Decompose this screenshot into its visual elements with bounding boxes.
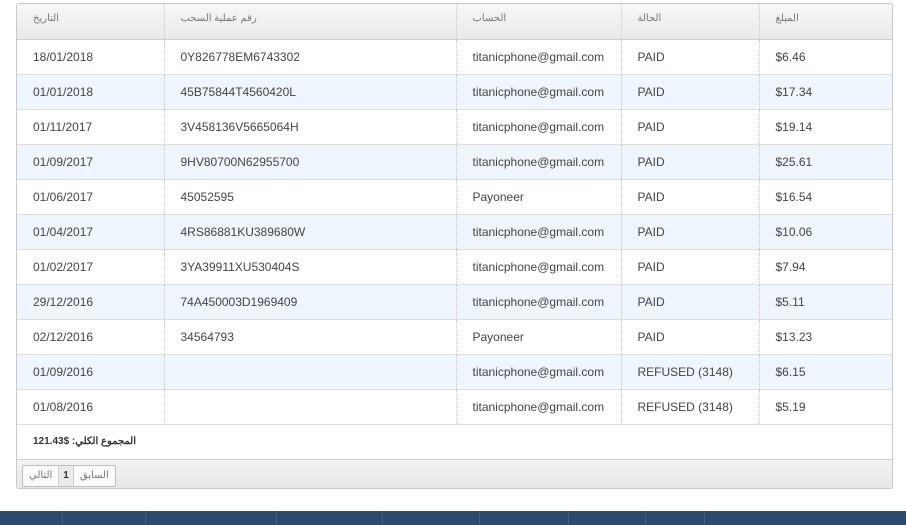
- footer-nav-bar: [0, 511, 906, 525]
- header-account[interactable]: الحساب: [456, 4, 622, 40]
- total-amount: المجموع الكلي: $121.43: [17, 425, 892, 460]
- pagination-next-button[interactable]: التالي: [23, 465, 60, 486]
- cell-date: 01/04/2017: [17, 214, 165, 250]
- table-row: 01/09/2017 9HV80700N62955700 titanicphon…: [17, 144, 892, 180]
- cell-withdrawal-id: 3YA39911XU530404S: [164, 249, 457, 285]
- cell-status: PAID: [621, 249, 760, 285]
- cell-amount: $16.54: [759, 179, 892, 215]
- cell-date: 01/09/2017: [17, 144, 165, 180]
- cell-withdrawal-id: 45B75844T4560420L: [164, 74, 457, 110]
- cell-date: 29/12/2016: [17, 284, 165, 320]
- cell-withdrawal-id: [164, 389, 457, 425]
- header-amount[interactable]: المبلغ: [759, 4, 892, 40]
- table-row: 29/12/2016 74A450003D1969409 titanicphon…: [17, 284, 892, 320]
- withdrawals-panel: التاريخ رقم عملية السحب الحساب الحالة ال…: [16, 3, 893, 489]
- table-row: 01/02/2017 3YA39911XU530404S titanicphon…: [17, 249, 892, 285]
- header-withdrawal-id[interactable]: رقم عملية السحب: [164, 4, 457, 40]
- table-row: 01/01/2018 45B75844T4560420L titanicphon…: [17, 74, 892, 110]
- header-status[interactable]: الحالة: [621, 4, 760, 40]
- cell-withdrawal-id: [164, 354, 457, 390]
- cell-status: PAID: [621, 179, 760, 215]
- cell-date: 01/06/2017: [17, 179, 165, 215]
- cell-status: REFUSED (3148): [621, 354, 760, 390]
- cell-status: PAID: [621, 74, 760, 110]
- cell-withdrawal-id: 0Y826778EM6743302: [164, 39, 457, 75]
- table-row: 01/08/2016 titanicphone@gmail.com REFUSE…: [17, 389, 892, 425]
- cell-account: titanicphone@gmail.com: [456, 354, 622, 390]
- cell-amount: $5.11: [759, 284, 892, 320]
- cell-status: PAID: [621, 109, 760, 145]
- cell-amount: $13.23: [759, 319, 892, 355]
- footer-nav-segment[interactable]: [383, 511, 480, 525]
- cell-date: 01/11/2017: [17, 109, 165, 145]
- cell-amount: $17.34: [759, 74, 892, 110]
- cell-account: titanicphone@gmail.com: [456, 389, 622, 425]
- cell-withdrawal-id: 34564793: [164, 319, 457, 355]
- cell-withdrawal-id: 45052595: [164, 179, 457, 215]
- cell-status: REFUSED (3148): [621, 389, 760, 425]
- pagination-page-1[interactable]: 1: [59, 465, 74, 486]
- cell-account: Payoneer: [456, 319, 622, 355]
- footer-nav-segment[interactable]: [63, 511, 146, 525]
- table-row: 18/01/2018 0Y826778EM6743302 titanicphon…: [17, 39, 892, 75]
- cell-amount: $19.14: [759, 109, 892, 145]
- cell-date: 01/01/2018: [17, 74, 165, 110]
- cell-account: titanicphone@gmail.com: [456, 39, 622, 75]
- footer-nav-segment[interactable]: [480, 511, 569, 525]
- pagination-controls: التالي 1 السابق: [22, 464, 116, 487]
- cell-date: 18/01/2018: [17, 39, 165, 75]
- table-row: 02/12/2016 34564793 Payoneer PAID $13.23: [17, 319, 892, 355]
- cell-amount: $25.61: [759, 144, 892, 180]
- cell-status: PAID: [621, 284, 760, 320]
- footer-nav-segment[interactable]: [569, 511, 646, 525]
- cell-account: titanicphone@gmail.com: [456, 214, 622, 250]
- cell-withdrawal-id: 9HV80700N62955700: [164, 144, 457, 180]
- total-label: المجموع الكلي: $121.43: [33, 435, 137, 447]
- pagination-prev-button[interactable]: السابق: [74, 466, 115, 486]
- cell-account: Payoneer: [456, 179, 622, 215]
- table-header-row: التاريخ رقم عملية السحب الحساب الحالة ال…: [17, 4, 892, 40]
- table-row: 01/11/2017 3V458136V5665064H titanicphon…: [17, 109, 892, 145]
- cell-amount: $6.15: [759, 354, 892, 390]
- cell-amount: $5.19: [759, 389, 892, 425]
- footer-nav-segment[interactable]: [146, 511, 277, 525]
- cell-withdrawal-id: 3V458136V5665064H: [164, 109, 457, 145]
- header-date[interactable]: التاريخ: [17, 4, 165, 40]
- footer-nav-segment[interactable]: [646, 511, 705, 525]
- cell-account: titanicphone@gmail.com: [456, 74, 622, 110]
- table-row: 01/06/2017 45052595 Payoneer PAID $16.54: [17, 179, 892, 215]
- cell-withdrawal-id: 4RS86881KU389680W: [164, 214, 457, 250]
- cell-date: 01/02/2017: [17, 249, 165, 285]
- cell-status: PAID: [621, 319, 760, 355]
- cell-account: titanicphone@gmail.com: [456, 249, 622, 285]
- pagination-bar: التالي 1 السابق: [17, 459, 892, 488]
- footer-nav-segment[interactable]: [0, 511, 63, 525]
- table-row: 01/04/2017 4RS86881KU389680W titanicphon…: [17, 214, 892, 250]
- cell-amount: $6.46: [759, 39, 892, 75]
- cell-status: PAID: [621, 214, 760, 250]
- footer-nav-segment[interactable]: [277, 511, 383, 525]
- cell-account: titanicphone@gmail.com: [456, 284, 622, 320]
- cell-date: 02/12/2016: [17, 319, 165, 355]
- cell-date: 01/08/2016: [17, 389, 165, 425]
- cell-status: PAID: [621, 39, 760, 75]
- table-row: 01/09/2016 titanicphone@gmail.com REFUSE…: [17, 354, 892, 390]
- cell-date: 01/09/2016: [17, 354, 165, 390]
- cell-amount: $10.06: [759, 214, 892, 250]
- cell-status: PAID: [621, 144, 760, 180]
- withdrawals-table: التاريخ رقم عملية السحب الحساب الحالة ال…: [17, 4, 892, 425]
- cell-amount: $7.94: [759, 249, 892, 285]
- cell-account: titanicphone@gmail.com: [456, 109, 622, 145]
- cell-withdrawal-id: 74A450003D1969409: [164, 284, 457, 320]
- cell-account: titanicphone@gmail.com: [456, 144, 622, 180]
